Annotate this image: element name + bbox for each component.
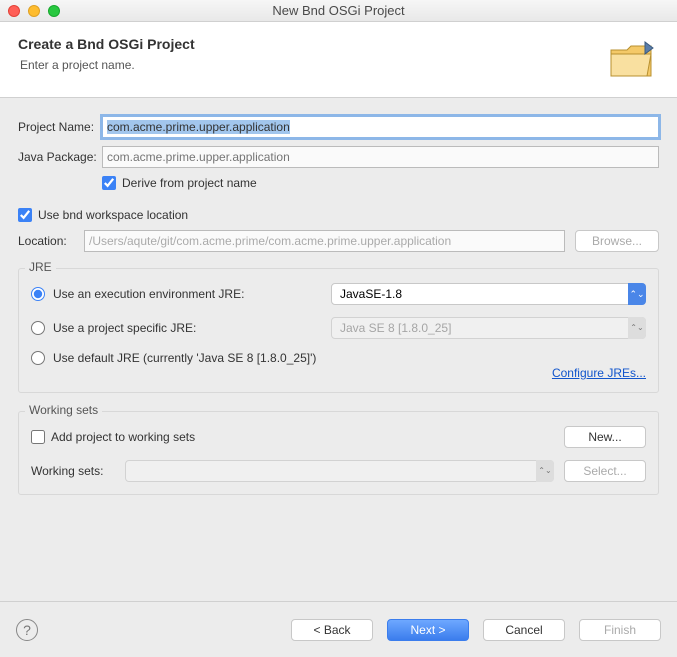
project-jre-label: Use a project specific JRE:	[53, 321, 196, 335]
select-working-set-button: Select...	[564, 460, 646, 482]
location-label: Location:	[18, 234, 74, 248]
default-jre-label: Use default JRE (currently 'Java SE 8 [1…	[53, 351, 316, 365]
next-button[interactable]: Next >	[387, 619, 469, 641]
project-name-input[interactable]	[102, 116, 659, 138]
add-working-set-checkbox[interactable]	[31, 430, 45, 444]
project-jre-radio[interactable]	[31, 321, 45, 335]
add-working-set-label: Add project to working sets	[51, 430, 195, 444]
help-icon[interactable]: ?	[16, 619, 38, 641]
cancel-button[interactable]: Cancel	[483, 619, 565, 641]
project-name-label: Project Name:	[18, 120, 102, 134]
workspace-location-label: Use bnd workspace location	[38, 208, 188, 222]
back-button[interactable]: < Back	[291, 619, 373, 641]
default-jre-radio[interactable]	[31, 351, 45, 365]
folder-new-icon	[607, 36, 659, 87]
jre-group-title: JRE	[25, 260, 56, 274]
titlebar: New Bnd OSGi Project	[0, 0, 677, 22]
working-sets-group: Working sets Add project to working sets…	[18, 411, 659, 495]
working-sets-select	[125, 460, 554, 482]
working-sets-label: Working sets:	[31, 464, 115, 478]
finish-button: Finish	[579, 619, 661, 641]
project-jre-select: Java SE 8 [1.8.0_25]	[331, 317, 646, 339]
configure-jres-link[interactable]: Configure JREs...	[552, 366, 646, 380]
wizard-header: Create a Bnd OSGi Project Enter a projec…	[0, 22, 677, 98]
exec-env-select[interactable]: JavaSE-1.8	[331, 283, 646, 305]
new-working-set-button[interactable]: New...	[564, 426, 646, 448]
derive-label: Derive from project name	[122, 176, 257, 190]
wizard-footer: ? < Back Next > Cancel Finish	[0, 601, 677, 657]
jre-group: JRE Use an execution environment JRE: Ja…	[18, 268, 659, 393]
java-package-input	[102, 146, 659, 168]
browse-button: Browse...	[575, 230, 659, 252]
exec-env-label: Use an execution environment JRE:	[53, 287, 244, 301]
workspace-location-checkbox[interactable]	[18, 208, 32, 222]
page-subtitle: Enter a project name.	[20, 58, 195, 72]
derive-checkbox[interactable]	[102, 176, 116, 190]
page-title: Create a Bnd OSGi Project	[18, 36, 195, 52]
location-input	[84, 230, 565, 252]
exec-env-radio[interactable]	[31, 287, 45, 301]
java-package-label: Java Package:	[18, 150, 102, 164]
working-sets-title: Working sets	[25, 403, 102, 417]
window-title: New Bnd OSGi Project	[0, 3, 677, 18]
